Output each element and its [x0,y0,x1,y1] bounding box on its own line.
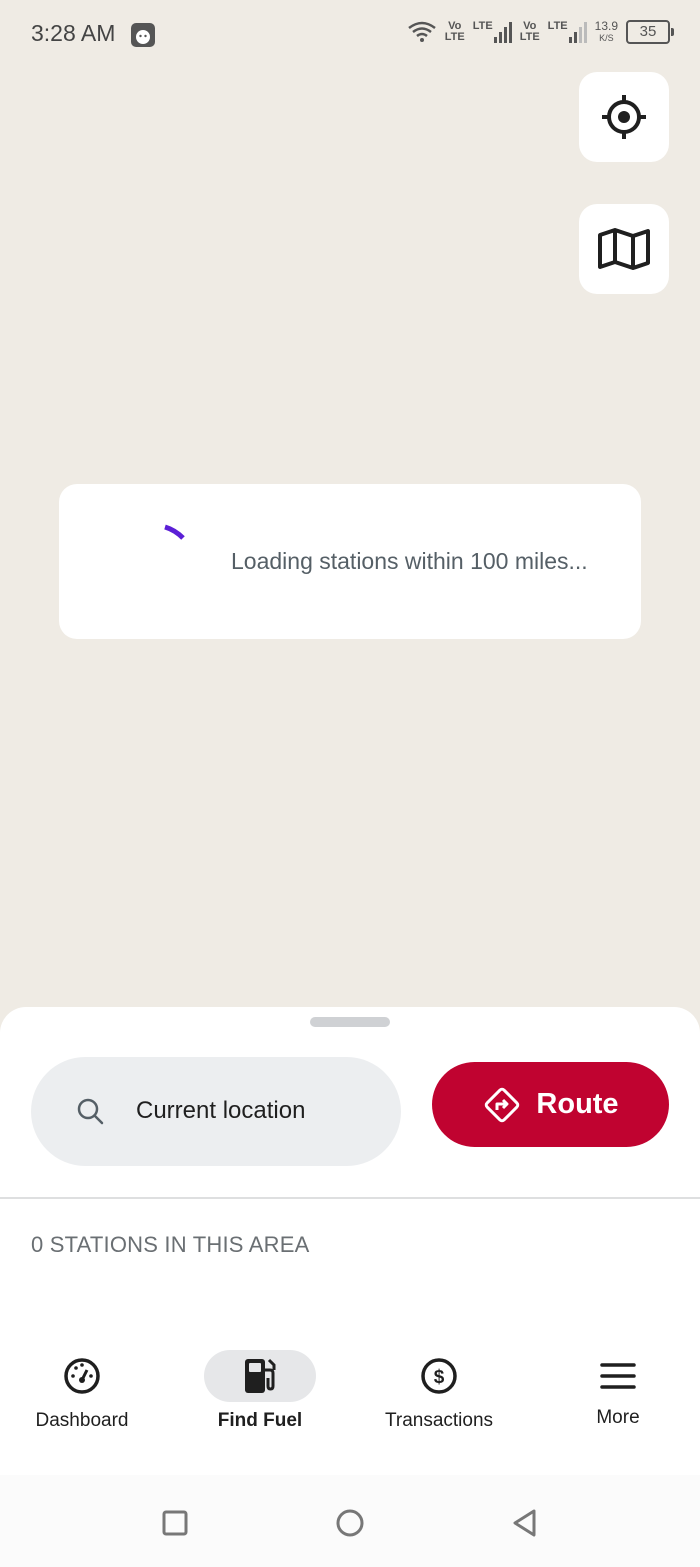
nav-dashboard[interactable]: Dashboard [2,1350,162,1432]
signal-bars-1 [493,21,512,43]
dollar-icon: $ [421,1358,457,1394]
square-icon [162,1510,188,1536]
nav-label-find-fuel: Find Fuel [217,1410,303,1431]
divider [0,1197,700,1199]
speed-value: 13.9 [594,19,618,33]
battery-indicator: 35 [626,20,674,44]
svg-text:$: $ [434,1367,445,1388]
notification-app-icon [131,23,155,47]
stations-count: 0 STATIONS IN THIS AREA [31,1232,310,1257]
nav-more[interactable]: More [538,1350,698,1429]
volte-label-2: Vo LTE [519,20,540,43]
volte-label-1: Vo LTE [444,20,465,43]
back-triangle-icon [513,1509,536,1537]
status-icons: Vo LTE LTE Vo LTE LTE 13.9 K/S 35 [407,20,674,44]
loading-text: Loading stations within 100 miles... [231,548,588,574]
home-button[interactable] [330,1503,370,1543]
search-icon [77,1098,104,1125]
loading-card: Loading stations within 100 miles... [59,484,641,639]
menu-icon [600,1363,636,1389]
locate-me-button[interactable] [579,72,669,162]
sheet-drag-handle[interactable] [310,1017,390,1027]
nav-label-transactions: Transactions [384,1410,494,1431]
back-button[interactable] [505,1503,545,1543]
search-value: Current location [136,1097,306,1124]
location-search-field[interactable]: Current location [31,1057,401,1166]
signal-1: LTE [473,21,512,43]
lte-label-1: LTE [472,20,493,32]
status-time: 3:28 AM [31,20,116,46]
network-speed: 13.9 K/S [595,20,618,44]
nav-transactions[interactable]: $ Transactions [359,1350,519,1432]
system-navigation-bar [0,1475,700,1567]
bottom-navigation: Dashboard Find Fuel $ Transactions More [0,1330,700,1470]
signal-bars-2 [568,21,587,43]
speed-unit: K/S [599,33,614,43]
nav-label-dashboard: Dashboard [35,1410,129,1431]
circle-icon [336,1509,364,1537]
loading-spinner-icon [164,524,185,540]
recents-button[interactable] [155,1503,195,1543]
route-button[interactable]: Route [432,1062,669,1147]
wifi-icon [408,21,436,42]
map-icon [598,228,650,270]
route-label: Route [536,1088,619,1120]
nav-label-more: More [596,1407,640,1428]
crosshair-icon [602,95,646,139]
gauge-icon [64,1358,100,1394]
nav-find-fuel[interactable]: Find Fuel [180,1350,340,1432]
lte-label-2: LTE [547,20,568,32]
map-view-button[interactable] [579,204,669,294]
route-icon [485,1087,520,1122]
fuel-pump-icon [245,1358,276,1393]
status-bar: 3:28 AM Vo LTE LTE Vo LTE LTE 13.9 K/S 35 [0,0,700,70]
nav-active-indicator [204,1350,316,1402]
signal-2: LTE [548,21,587,43]
